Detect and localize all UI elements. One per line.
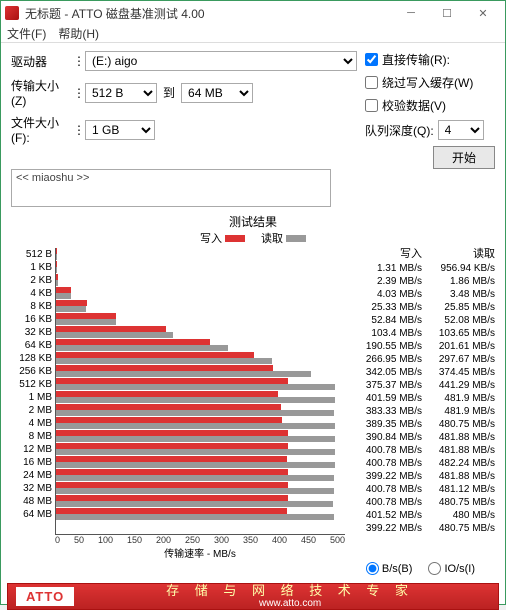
verify-checkbox[interactable] [365, 99, 378, 112]
tsize-from-select[interactable]: 512 B [85, 83, 157, 103]
tsize-to-select[interactable]: 64 MB [181, 83, 253, 103]
chart-bars [55, 248, 345, 535]
titlebar[interactable]: 无标题 - ATTO 磁盘基准测试 4.00 ─ ☐ ✕ [1, 1, 505, 25]
maximize-button[interactable]: ☐ [429, 1, 465, 25]
description-box[interactable]: << miaoshu >> [11, 169, 331, 207]
window-title: 无标题 - ATTO 磁盘基准测试 4.00 [25, 5, 393, 22]
write-column: 写入1.31 MB/s2.39 MB/s4.03 MB/s25.33 MB/s5… [349, 248, 422, 535]
read-column: 读取956.94 KB/s1.86 MB/s3.48 MB/s25.85 MB/… [422, 248, 495, 535]
chart-legend: 写入 读取 [11, 230, 495, 246]
direct-checkbox[interactable] [365, 53, 378, 66]
queue-depth-label: 队列深度(Q): [365, 122, 434, 139]
app-window: 无标题 - ATTO 磁盘基准测试 4.00 ─ ☐ ✕ 文件(F) 帮助(H)… [0, 0, 506, 605]
footer-url: www.atto.com [82, 598, 498, 609]
minimize-button[interactable]: ─ [393, 1, 429, 25]
radio-bs[interactable] [366, 562, 379, 575]
bypass-cache-label: 绕过写入缓存(W) [382, 74, 473, 91]
drive-select[interactable]: (E:) aigo [85, 51, 357, 71]
footer-banner: ATTO 存 储 与 网 络 技 术 专 家www.atto.com [7, 583, 499, 610]
menu-help[interactable]: 帮助(H) [58, 25, 99, 42]
chart-y-labels: 512 B1 KB2 KB4 KB8 KB16 KB32 KB64 KB128 … [11, 248, 55, 535]
menu-file[interactable]: 文件(F) [7, 25, 46, 42]
bypass-cache-checkbox[interactable] [365, 76, 378, 89]
file-size-label: 文件大小(F): [11, 114, 73, 145]
transfer-size-label: 传输大小(Z) [11, 77, 73, 108]
results-title: 测试结果 [11, 213, 495, 230]
start-button[interactable]: 开始 [433, 146, 495, 169]
radio-ios[interactable] [428, 562, 441, 575]
menubar: 文件(F) 帮助(H) [1, 25, 505, 43]
drive-label: 驱动器 [11, 53, 73, 70]
close-button[interactable]: ✕ [465, 1, 501, 25]
footer-tagline: 存 储 与 网 络 技 术 专 家 [166, 583, 414, 598]
app-icon [5, 6, 19, 20]
queue-depth-select[interactable]: 4 [438, 120, 484, 140]
file-size-select[interactable]: 1 GB [85, 120, 155, 140]
chart-x-label: 传输速率 - MB/s [55, 545, 345, 560]
to-label: 到 [163, 84, 175, 101]
atto-logo: ATTO [16, 587, 74, 606]
verify-label: 校验数据(V) [382, 97, 446, 114]
chart-x-ticks: 050100150200250300350400450500 [55, 535, 345, 545]
direct-label: 直接传输(R): [382, 51, 450, 68]
